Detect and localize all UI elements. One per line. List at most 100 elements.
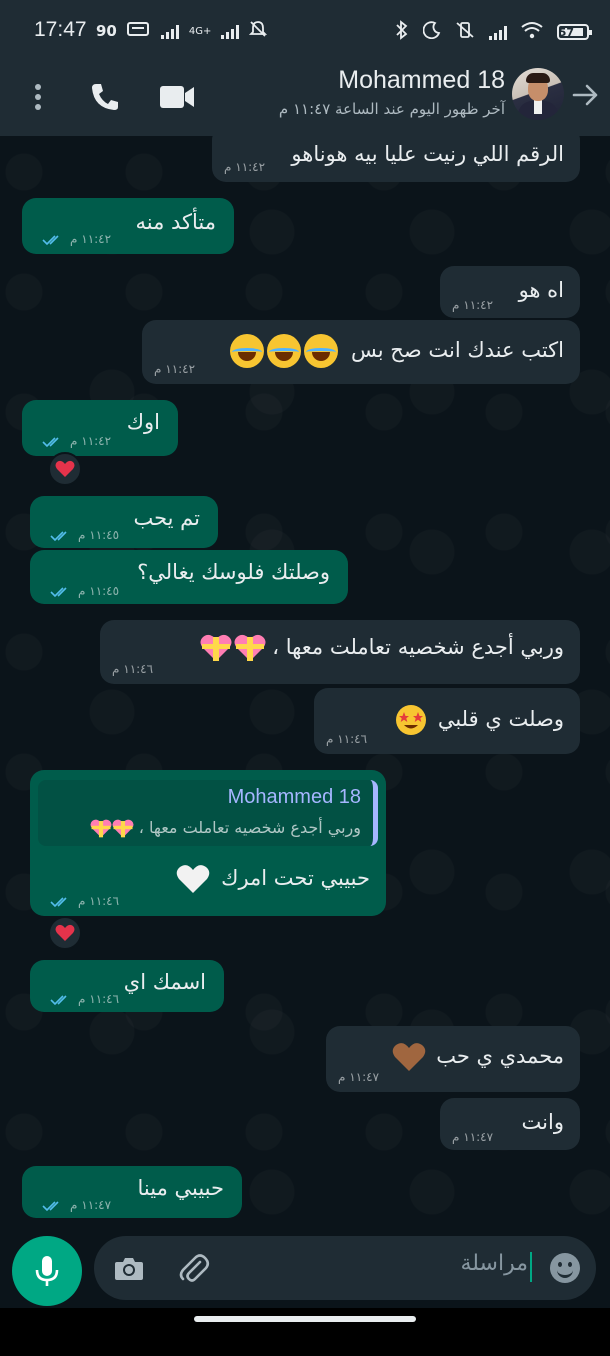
vibrate-off-icon (455, 21, 475, 43)
message-text: حبيبي مينا (137, 1176, 225, 1200)
gift-heart-emoji-icon (234, 634, 266, 661)
message-bubble-outgoing[interactable]: تم يحب ١١:٤٥ م (30, 496, 218, 548)
message-bubble-outgoing[interactable]: حبيبي مينا ١١:٤٧ م (22, 1166, 242, 1218)
network-type-label: 4G+ (188, 25, 212, 37)
contact-name[interactable]: Mohammed 18 (338, 66, 505, 95)
laughing-emoji-group (227, 334, 339, 368)
read-receipt-icon (50, 587, 67, 598)
attachment-clip-icon[interactable] (178, 1252, 210, 1284)
signal-icon-3 (488, 24, 507, 40)
message-time: ١١:٤٢ م (154, 362, 196, 376)
wifi-icon (521, 21, 543, 43)
reaction-heart-icon[interactable] (48, 916, 82, 950)
laughing-emoji-icon (304, 334, 339, 368)
gift-heart-emoji-icon (90, 819, 112, 838)
message-text: وصلتك فلوسك يغالي؟ (137, 560, 330, 584)
message-bubble-incoming[interactable]: اه هو ١١:٤٢ م (440, 266, 580, 318)
quoted-text-line: وربي أجدع شخصيه تعاملت معها ، (90, 818, 361, 838)
message-time: ١١:٤٦ م (78, 992, 120, 1006)
message-bubble-outgoing[interactable]: اسمك اي ١١:٤٦ م (30, 960, 224, 1012)
message-time: ١١:٤٧ م (70, 1198, 112, 1212)
message-time: ١١:٤٧ م (452, 1130, 494, 1144)
message-bubble-incoming[interactable]: محمدي ي حب ١١:٤٧ م (326, 1026, 580, 1092)
notification-count: 90 (96, 22, 117, 40)
voice-record-button[interactable] (12, 1236, 82, 1306)
read-receipt-icon (50, 531, 67, 542)
contact-avatar[interactable] (512, 68, 564, 120)
message-bubble-outgoing[interactable]: اوك ١١:٤٢ م (22, 400, 178, 456)
message-bubble-incoming[interactable]: وربي أجدع شخصيه تعاملت معها ، ١١:٤٦ م (100, 620, 580, 684)
message-time: ١١:٤٦ م (326, 732, 368, 746)
message-input[interactable]: مراسلة (94, 1236, 596, 1300)
gift-heart-emoji-icon (112, 819, 134, 838)
message-bubble-outgoing[interactable]: متأكد منه ١١:٤٢ م (22, 198, 234, 254)
message-text: وانت (521, 1110, 564, 1134)
message-time: ١١:٤٢ م (70, 434, 112, 448)
laughing-emoji-icon (230, 334, 265, 368)
message-text-content: وصلت ي قلبي (437, 707, 564, 731)
signal-icon (160, 23, 179, 39)
message-text: وصلت ي قلبي (395, 704, 564, 736)
signal-icon-2 (221, 23, 240, 39)
message-time: ١١:٤٧ م (338, 1070, 380, 1084)
gift-heart-emoji-group (198, 634, 266, 662)
message-text: اوك (126, 410, 160, 434)
message-text: وربي أجدع شخصيه تعاملت معها ، (198, 634, 564, 662)
more-options-icon[interactable] (28, 80, 48, 114)
mute-notifications-icon (249, 20, 268, 42)
emoji-picker-icon[interactable] (550, 1253, 580, 1283)
message-text-content: اكتب عندك انت صح بس (351, 338, 564, 362)
message-text: اكتب عندك انت صح بس (227, 334, 564, 368)
star-struck-emoji-icon (396, 705, 427, 735)
message-text: اسمك اي (123, 970, 206, 994)
chat-area[interactable]: الرقم اللي رنيت عليا بيه هوناهو ١١:٤٢ م … (0, 136, 610, 1228)
message-text-content: حبيبي تحت امرك (221, 866, 370, 890)
status-bar: 17:47 90 4G+ 57 (0, 0, 610, 60)
message-composer: مراسلة (0, 1228, 610, 1308)
laughing-emoji-icon (267, 334, 302, 368)
chat-header: Mohammed 18 آخر ظهور اليوم عند الساعة ١١… (0, 60, 610, 136)
last-seen-status: آخر ظهور اليوم عند الساعة ١١:٤٧ م (278, 100, 505, 118)
dnd-moon-icon (422, 21, 441, 43)
back-arrow-icon[interactable] (570, 80, 600, 110)
message-bubble-incoming[interactable]: وانت ١١:٤٧ م (440, 1098, 580, 1150)
message-time: ١١:٤٢ م (224, 160, 266, 174)
message-input-placeholder: مراسلة (460, 1251, 528, 1276)
message-time: ١١:٤٥ م (78, 528, 120, 542)
status-left-icons: 90 4G+ (96, 20, 268, 42)
bluetooth-icon (395, 20, 409, 44)
read-receipt-icon (50, 995, 67, 1006)
message-bubble-incoming[interactable]: وصلت ي قلبي ١١:٤٦ م (314, 688, 580, 754)
white-heart-emoji-icon (177, 865, 210, 893)
message-text: تم يحب (133, 506, 200, 530)
status-right-icons: 57 (395, 20, 592, 44)
read-receipt-icon (42, 437, 59, 448)
status-time: 17:47 (34, 18, 87, 41)
system-navigation-bar (0, 1308, 610, 1356)
message-text: اه هو (518, 278, 564, 302)
message-text: حبيبي تحت امرك (176, 864, 370, 894)
read-receipt-icon (42, 235, 59, 246)
message-bubble-outgoing[interactable]: وصلتك فلوسك يغالي؟ ١١:٤٥ م (30, 550, 348, 604)
reaction-heart-icon[interactable] (48, 452, 82, 486)
camera-icon[interactable] (114, 1254, 144, 1282)
message-time: ١١:٤٦ م (78, 894, 120, 908)
quoted-message[interactable]: Mohammed 18 وربي أجدع شخصيه تعاملت معها … (38, 780, 378, 846)
message-icon (126, 21, 151, 41)
microphone-icon (35, 1256, 59, 1286)
message-time: ١١:٤٢ م (70, 232, 112, 246)
read-receipt-icon (42, 1201, 59, 1212)
message-text-content: محمدي ي حب (436, 1044, 564, 1068)
voice-call-icon[interactable] (88, 80, 122, 114)
message-text-content: وربي أجدع شخصيه تعاملت معها ، (272, 635, 564, 659)
quoted-text: وربي أجدع شخصيه تعاملت معها ، (138, 818, 361, 837)
message-bubble-incoming[interactable]: اكتب عندك انت صح بس ١١:٤٢ م (142, 320, 580, 384)
brown-heart-emoji-icon (392, 1043, 425, 1071)
message-bubble-incoming[interactable]: الرقم اللي رنيت عليا بيه هوناهو ١١:٤٢ م (212, 136, 580, 182)
message-bubble-outgoing-reply[interactable]: Mohammed 18 وربي أجدع شخصيه تعاملت معها … (30, 770, 386, 916)
gift-heart-emoji-icon (200, 634, 232, 661)
quoted-author: Mohammed 18 (227, 786, 361, 808)
message-text: محمدي ي حب (392, 1042, 564, 1072)
video-call-icon[interactable] (158, 82, 196, 112)
home-gesture-handle[interactable] (194, 1316, 416, 1322)
